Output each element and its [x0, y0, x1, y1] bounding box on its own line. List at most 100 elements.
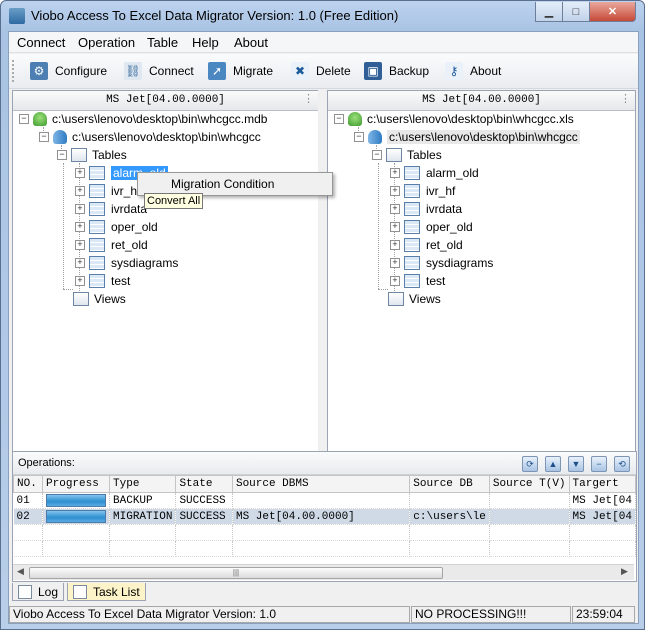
tree-table-item[interactable]: + ret_old: [75, 236, 148, 254]
title-bar[interactable]: Viobo Access To Excel Data Migrator Vers…: [1, 1, 644, 31]
delete-button[interactable]: ✖ Delete: [291, 60, 351, 82]
tree-root[interactable]: − c:\users\lenovo\desktop\bin\whcgcc.mdb: [19, 110, 267, 128]
column-header-type[interactable]: Type: [109, 475, 177, 493]
column-header-source-dbms[interactable]: Source DBMS: [231, 475, 411, 493]
column-header-source-tv[interactable]: Source T(V): [488, 475, 570, 493]
about-button[interactable]: ⚷ About: [445, 60, 501, 82]
database-icon: [53, 130, 67, 144]
tree-table-item[interactable]: + sysdiagrams: [390, 254, 493, 272]
close-button[interactable]: ✕: [589, 2, 636, 22]
cell-source-dbms: [232, 492, 411, 509]
collapse-icon[interactable]: −: [19, 114, 29, 124]
scroll-thumb[interactable]: |||: [29, 567, 443, 579]
empty-row: [13, 540, 637, 557]
expand-icon[interactable]: +: [75, 276, 85, 286]
backup-label: Backup: [389, 64, 430, 78]
expand-icon[interactable]: +: [390, 276, 400, 286]
column-header-progress[interactable]: Progress: [42, 475, 111, 493]
tree-db[interactable]: − c:\users\lenovo\desktop\bin\whcgcc: [354, 128, 580, 146]
tree-table-item[interactable]: + ivr_hf: [390, 182, 455, 200]
migrate-button[interactable]: ➚ Migrate: [208, 60, 273, 82]
cell-source-db: [409, 492, 490, 509]
status-processing: NO PROCESSING!!!: [411, 606, 571, 623]
tree-tables[interactable]: − Tables: [372, 146, 442, 164]
tree-table-item[interactable]: + alarm_old: [390, 164, 479, 182]
table-icon: [404, 220, 420, 234]
move-up-icon[interactable]: ▲: [545, 456, 561, 472]
remove-icon[interactable]: −: [591, 456, 607, 472]
expand-icon[interactable]: +: [75, 186, 85, 196]
cell-no: 01: [13, 492, 44, 509]
column-header-source-db[interactable]: Source DB: [409, 475, 490, 493]
menu-connect[interactable]: Connect: [17, 35, 65, 50]
collapse-icon[interactable]: −: [39, 132, 49, 142]
table-icon: [89, 238, 105, 252]
expand-icon[interactable]: +: [390, 258, 400, 268]
horizontal-scrollbar[interactable]: ◀ ||| ▶: [13, 564, 634, 580]
migration-condition-menu-item[interactable]: Migration Condition: [171, 177, 274, 191]
panel-menu-icon[interactable]: ⋮: [303, 91, 314, 110]
toolbar: ⚙ Configure ⛓ Connect ➚ Migrate ✖ Delete…: [9, 54, 638, 89]
tree-db[interactable]: − c:\users\lenovo\desktop\bin\whcgcc: [39, 128, 261, 146]
tree-root[interactable]: − c:\users\lenovo\desktop\bin\whcgcc.xls: [334, 110, 574, 128]
expand-icon[interactable]: +: [75, 222, 85, 232]
tree-table-item[interactable]: + test: [390, 272, 445, 290]
app-icon: [9, 8, 25, 24]
tree-table-item[interactable]: + ivrdata: [390, 200, 462, 218]
expand-icon[interactable]: +: [75, 204, 85, 214]
table-row[interactable]: 02 MIGRATION SUCCESS MS Jet[04.00.0000] …: [13, 508, 637, 525]
maximize-button[interactable]: □: [562, 2, 590, 22]
tree-table-item[interactable]: + ivr_hf: [75, 182, 140, 200]
column-header-target[interactable]: Targert: [568, 475, 637, 493]
tree-tables[interactable]: − Tables: [57, 146, 127, 164]
tab-log[interactable]: Log: [12, 583, 65, 601]
table-icon: [404, 166, 420, 180]
refresh-icon[interactable]: ⟳: [522, 456, 538, 472]
move-down-icon[interactable]: ▼: [568, 456, 584, 472]
tree-views[interactable]: Views: [73, 290, 126, 308]
table-label: test: [426, 274, 446, 288]
tree-table-item[interactable]: + ret_old: [390, 236, 463, 254]
panel-splitter[interactable]: [318, 90, 325, 477]
collapse-icon[interactable]: −: [354, 132, 364, 142]
tree-table-item[interactable]: + oper_old: [75, 218, 158, 236]
backup-button[interactable]: ▣ Backup: [364, 60, 429, 82]
collapse-icon[interactable]: −: [57, 150, 67, 160]
minimize-button[interactable]: ▁: [535, 2, 563, 22]
table-row[interactable]: 01 BACKUP SUCCESS MS Jet[04: [13, 492, 637, 509]
collapse-icon[interactable]: −: [334, 114, 344, 124]
menu-help[interactable]: Help: [192, 35, 219, 50]
tree-table-item[interactable]: + oper_old: [390, 218, 473, 236]
tree-table-item[interactable]: + ivrdata: [75, 200, 147, 218]
target-panel: MS Jet[04.00.0000] ⋮ − c:\users\lenovo\d…: [327, 90, 636, 477]
column-header-no[interactable]: NO.: [12, 475, 44, 493]
scroll-right-icon[interactable]: ▶: [621, 566, 628, 577]
expand-icon[interactable]: +: [75, 258, 85, 268]
expand-icon[interactable]: +: [390, 186, 400, 196]
table-label: oper_old: [111, 220, 158, 234]
cell-state: SUCCESS: [175, 508, 233, 525]
collapse-icon[interactable]: −: [372, 150, 382, 160]
tree-table-item[interactable]: + sysdiagrams: [75, 254, 178, 272]
connect-button[interactable]: ⛓ Connect: [124, 60, 194, 82]
expand-icon[interactable]: +: [390, 222, 400, 232]
tree-views[interactable]: Views: [388, 290, 441, 308]
configure-button[interactable]: ⚙ Configure: [30, 60, 107, 82]
menu-about[interactable]: About: [234, 35, 268, 50]
clear-icon[interactable]: ⟲: [614, 456, 630, 472]
expand-icon[interactable]: +: [75, 168, 85, 178]
operations-table: NO. Progress Type State Source DBMS Sour…: [12, 475, 637, 557]
panel-menu-icon[interactable]: ⋮: [620, 91, 631, 110]
expand-icon[interactable]: +: [390, 240, 400, 250]
expand-icon[interactable]: +: [390, 168, 400, 178]
expand-icon[interactable]: +: [75, 240, 85, 250]
tree-table-item[interactable]: + test: [75, 272, 130, 290]
menu-table[interactable]: Table: [147, 35, 178, 50]
toolbar-grip[interactable]: [12, 60, 17, 82]
column-header-state[interactable]: State: [175, 475, 233, 493]
status-time: 23:59:04: [572, 606, 635, 623]
expand-icon[interactable]: +: [390, 204, 400, 214]
menu-operation[interactable]: Operation: [78, 35, 135, 50]
scroll-left-icon[interactable]: ◀: [17, 566, 24, 577]
tab-task-list[interactable]: Task List: [67, 583, 146, 601]
